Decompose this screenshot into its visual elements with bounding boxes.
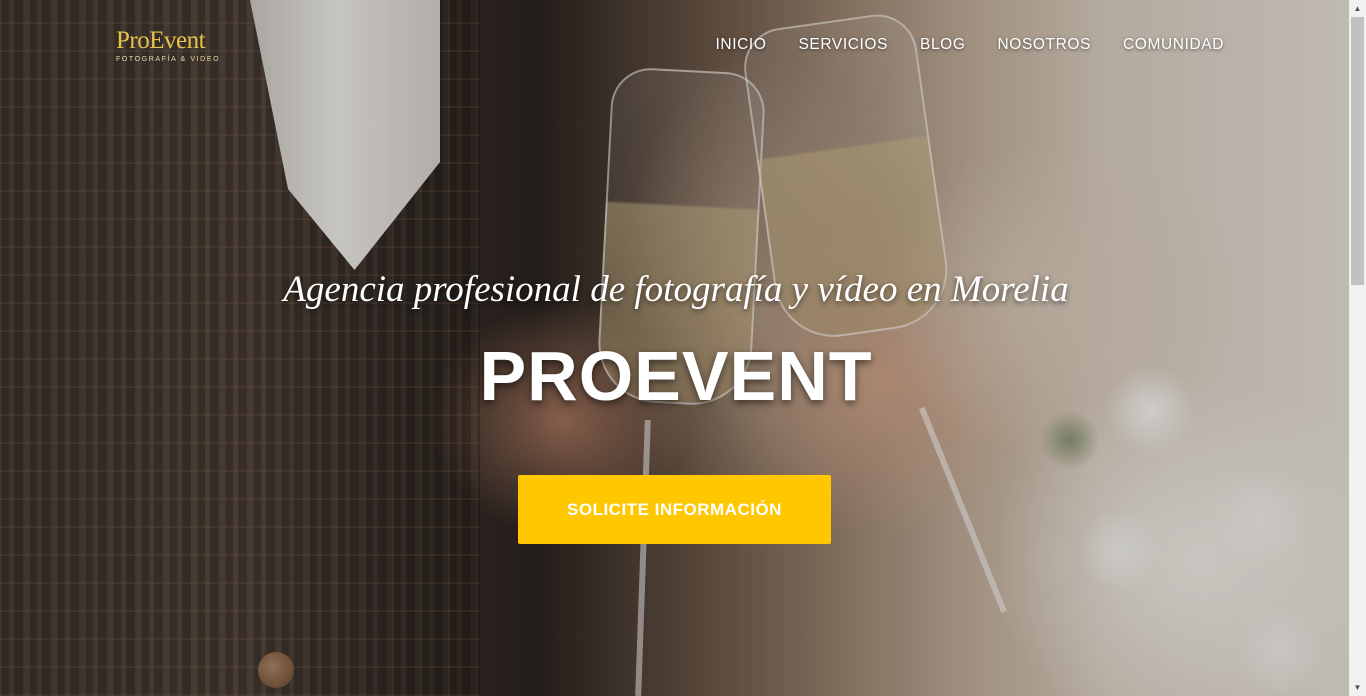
nav-item-inicio[interactable]: INICIO bbox=[716, 36, 767, 54]
hero-title: PROEVENT bbox=[479, 337, 873, 415]
nav-item-servicios[interactable]: SERVICIOS bbox=[798, 36, 888, 54]
logo-tagline: FOTOGRAFÍA & VIDEO bbox=[116, 56, 221, 63]
triangle-up-icon[interactable]: ▲ bbox=[1349, 0, 1366, 17]
nav-item-nosotros[interactable]: NOSOTROS bbox=[998, 36, 1092, 54]
nav-item-blog[interactable]: BLOG bbox=[920, 36, 965, 54]
nav-item-comunidad[interactable]: COMUNIDAD bbox=[1123, 36, 1224, 54]
site-logo[interactable]: ProEvent FOTOGRAFÍA & VIDEO bbox=[116, 28, 226, 72]
logo-wordmark: ProEvent bbox=[116, 27, 206, 54]
triangle-down-icon[interactable]: ▼ bbox=[1349, 679, 1366, 696]
request-info-button[interactable]: SOLICITE INFORMACIÓN bbox=[518, 475, 831, 544]
main-nav: INICIO SERVICIOS BLOG NOSOTROS COMUNIDAD bbox=[716, 36, 1224, 54]
hero-tagline: Agencia profesional de fotografía y víde… bbox=[283, 269, 1069, 310]
scrollbar-thumb[interactable] bbox=[1351, 17, 1364, 285]
page-scrollbar[interactable]: ▲ ▼ bbox=[1349, 0, 1366, 696]
